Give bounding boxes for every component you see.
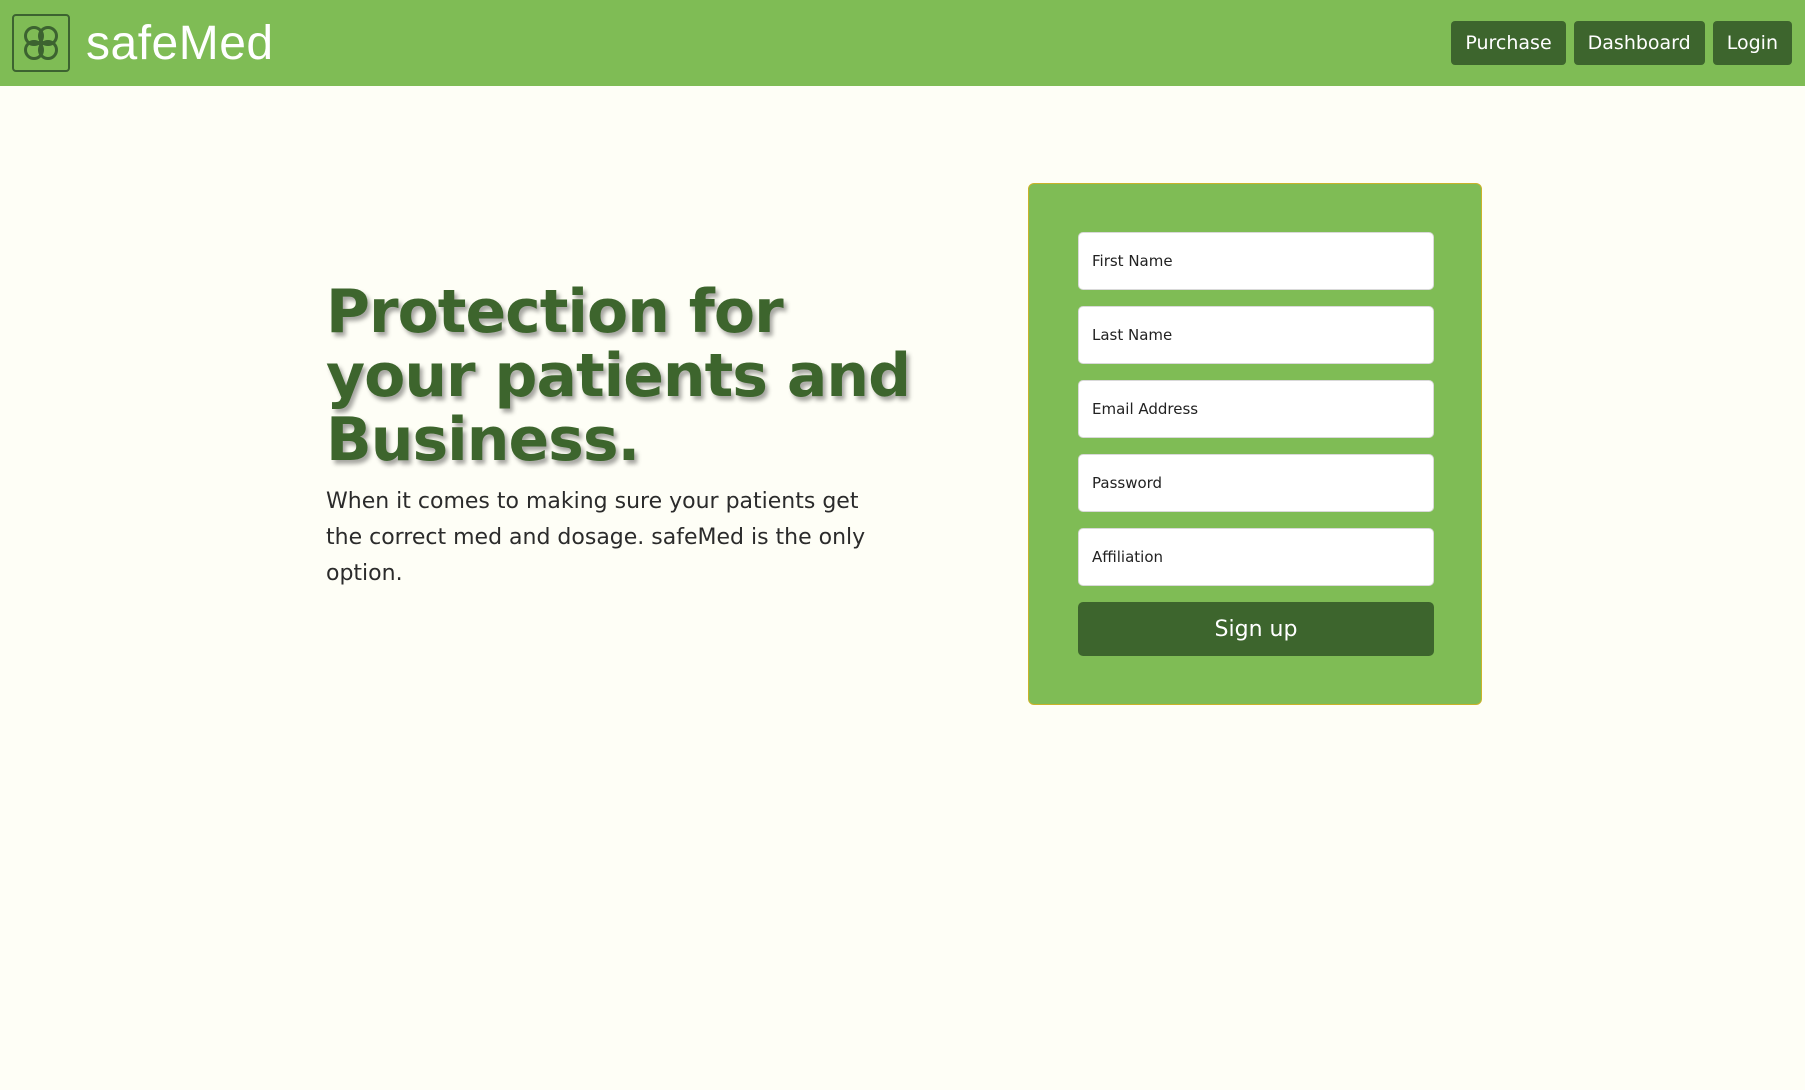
top-navbar: safeMed Purchase Dashboard Login [0, 0, 1805, 86]
dashboard-button[interactable]: Dashboard [1573, 21, 1705, 65]
first-name-input[interactable] [1078, 232, 1434, 290]
brand-name: safeMed [86, 16, 274, 70]
login-button[interactable]: Login [1712, 21, 1792, 65]
signup-form: Sign up [1028, 183, 1482, 705]
password-input[interactable] [1078, 454, 1434, 512]
hero-section: Protection for your patients and Busines… [326, 280, 946, 592]
clover-logo-icon [12, 14, 70, 72]
brand-link[interactable]: safeMed [12, 14, 274, 72]
sign-up-button[interactable]: Sign up [1078, 602, 1434, 656]
hero-subtitle: When it comes to making sure your patien… [326, 489, 866, 586]
affiliation-input[interactable] [1078, 528, 1434, 586]
nav-buttons: Purchase Dashboard Login [1451, 21, 1792, 65]
email-input[interactable] [1078, 380, 1434, 438]
last-name-input[interactable] [1078, 306, 1434, 364]
purchase-button[interactable]: Purchase [1451, 21, 1566, 65]
hero-title: Protection for your patients and Busines… [326, 277, 911, 475]
